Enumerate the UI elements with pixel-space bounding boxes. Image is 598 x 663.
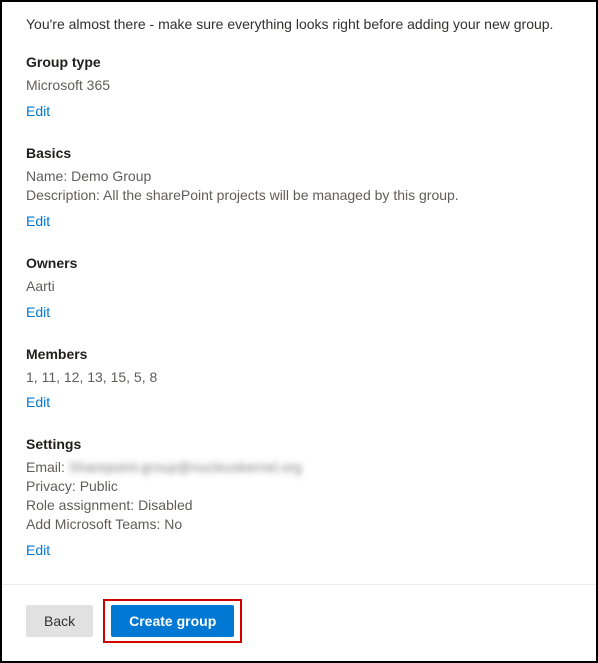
settings-email-value: Sharepoint-group@nucleuskernel.org: [69, 459, 302, 475]
members-value: 1, 11, 12, 13, 15, 5, 8: [26, 368, 572, 387]
edit-settings-link[interactable]: Edit: [26, 542, 50, 558]
members-title: Members: [26, 346, 572, 362]
review-panel: You're almost there - make sure everythi…: [2, 2, 596, 558]
back-button[interactable]: Back: [26, 605, 93, 637]
settings-role-label: Role assignment:: [26, 497, 134, 513]
group-type-value: Microsoft 365: [26, 76, 572, 95]
section-group-type: Group type Microsoft 365 Edit: [26, 54, 572, 119]
settings-email-line: Email: Sharepoint-group@nucleuskernel.or…: [26, 458, 572, 477]
settings-privacy-line: Privacy: Public: [26, 477, 572, 496]
owners-title: Owners: [26, 255, 572, 271]
settings-role-value: Disabled: [138, 497, 192, 513]
settings-privacy-value: Public: [80, 478, 118, 494]
owners-value: Aarti: [26, 277, 572, 296]
edit-owners-link[interactable]: Edit: [26, 304, 50, 320]
section-basics: Basics Name: Demo Group Description: All…: [26, 145, 572, 229]
basics-desc-label: Description:: [26, 187, 100, 203]
basics-desc-value: All the sharePoint projects will be mana…: [103, 187, 459, 203]
basics-title: Basics: [26, 145, 572, 161]
basics-name-label: Name:: [26, 168, 67, 184]
group-type-title: Group type: [26, 54, 572, 70]
settings-email-label: Email:: [26, 459, 65, 475]
section-members: Members 1, 11, 12, 13, 15, 5, 8 Edit: [26, 346, 572, 411]
edit-members-link[interactable]: Edit: [26, 394, 50, 410]
settings-teams-label: Add Microsoft Teams:: [26, 516, 160, 532]
settings-teams-value: No: [164, 516, 182, 532]
basics-name-line: Name: Demo Group: [26, 167, 572, 186]
basics-desc-line: Description: All the sharePoint projects…: [26, 186, 572, 205]
edit-group-type-link[interactable]: Edit: [26, 103, 50, 119]
section-owners: Owners Aarti Edit: [26, 255, 572, 320]
edit-basics-link[interactable]: Edit: [26, 213, 50, 229]
create-highlight: Create group: [103, 599, 242, 643]
basics-name-value: Demo Group: [71, 168, 151, 184]
settings-privacy-label: Privacy:: [26, 478, 76, 494]
intro-text: You're almost there - make sure everythi…: [26, 16, 572, 32]
settings-teams-line: Add Microsoft Teams: No: [26, 515, 572, 534]
create-group-button[interactable]: Create group: [111, 605, 234, 637]
section-settings: Settings Email: Sharepoint-group@nucleus…: [26, 436, 572, 558]
settings-title: Settings: [26, 436, 572, 452]
footer-bar: Back Create group: [2, 584, 596, 657]
settings-role-line: Role assignment: Disabled: [26, 496, 572, 515]
